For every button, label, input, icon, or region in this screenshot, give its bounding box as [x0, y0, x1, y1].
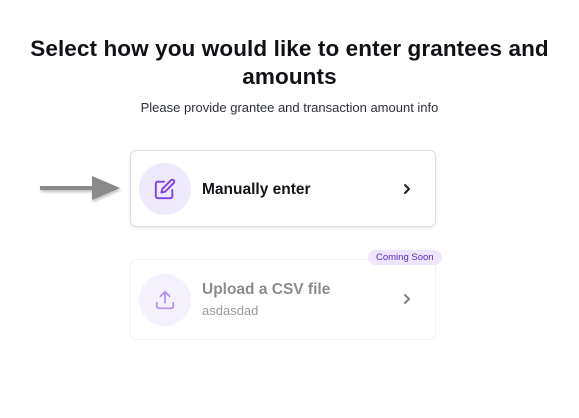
upload-csv-label: Upload a CSV file [202, 281, 331, 298]
upload-csv-sublabel: asdasdad [202, 303, 259, 318]
chevron-right-icon [404, 184, 410, 194]
edit-icon-badge [139, 163, 191, 215]
upload-icon [155, 290, 175, 310]
edit-icon [154, 178, 176, 200]
coming-soon-badge: Coming Soon [368, 250, 442, 265]
chevron-right-icon [404, 294, 410, 304]
page-title: Select how you would like to enter grant… [30, 36, 549, 89]
upload-csv-option: Upload a CSV file asdasdad [130, 259, 436, 340]
pointer-arrow-icon [40, 176, 120, 200]
page-subtitle: Please provide grantee and transaction a… [140, 100, 439, 115]
manual-enter-option[interactable]: Manually enter [130, 150, 436, 227]
manual-enter-label: Manually enter [202, 181, 311, 198]
upload-icon-badge [139, 274, 191, 326]
